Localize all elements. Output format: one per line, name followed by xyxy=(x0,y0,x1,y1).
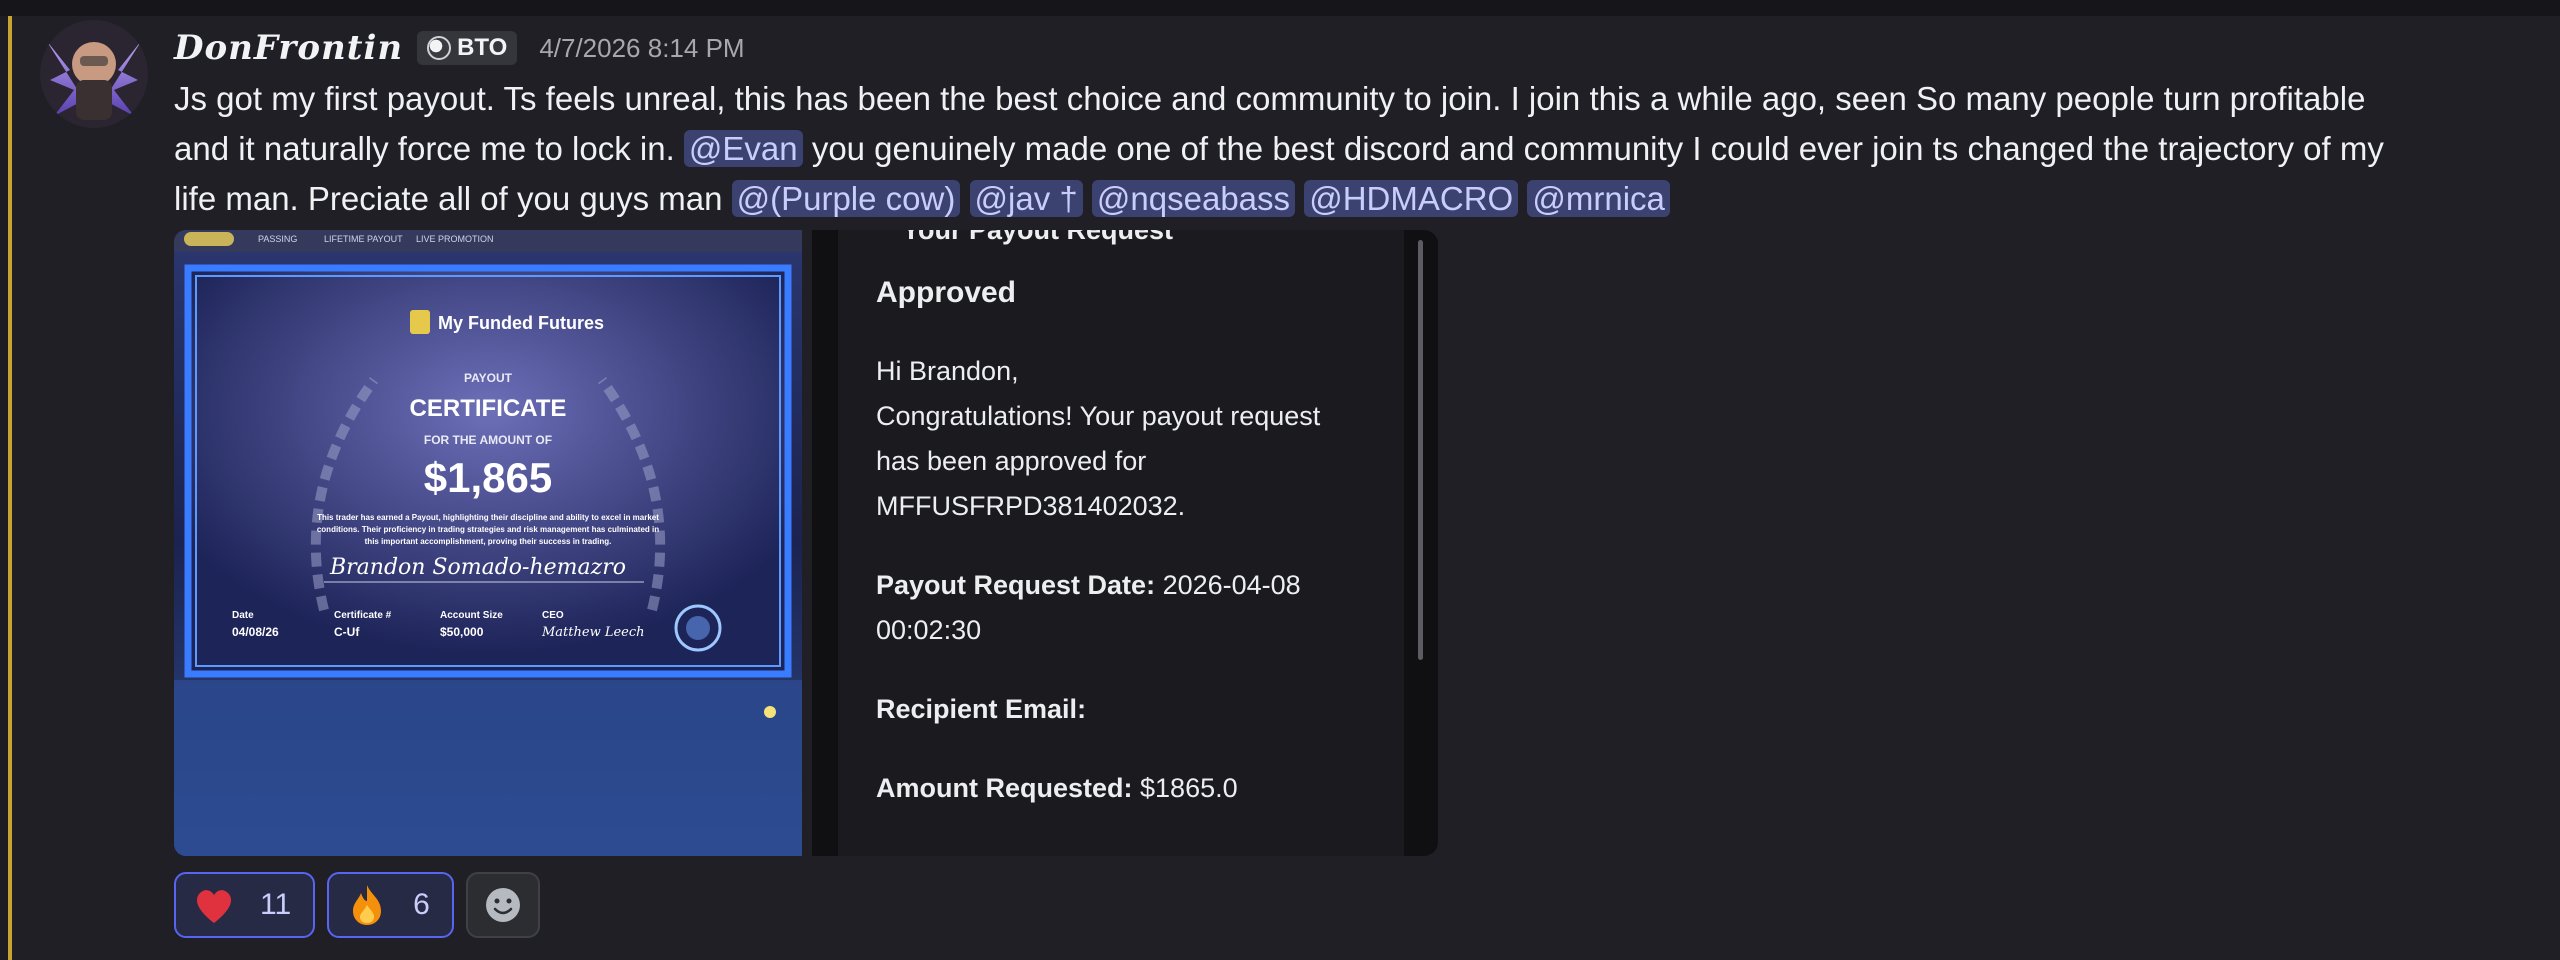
cert-tab: LIFETIME PAYOUT xyxy=(324,234,403,244)
reaction-count: 11 xyxy=(260,888,292,921)
message-text: and it naturally force me to lock in. xyxy=(174,130,675,167)
mention-highlight-bar xyxy=(8,16,12,960)
email-date-label: Payout Request Date: xyxy=(876,570,1156,600)
add-reaction-button[interactable] xyxy=(465,872,540,938)
mention-purple-cow[interactable]: @(Purple cow) xyxy=(731,180,961,217)
mention-nqseabass[interactable]: @nqseabass xyxy=(1091,180,1296,217)
email-amount-value: $1865.0 xyxy=(1140,773,1238,803)
timestamp: 4/7/2026 8:14 PM xyxy=(539,32,745,63)
cert-kicker: PAYOUT xyxy=(464,371,513,385)
light-dot xyxy=(764,706,776,718)
email-recipient-label: Recipient Email: xyxy=(876,694,1087,724)
mention-evan[interactable]: @Evan xyxy=(683,130,803,167)
email-text: Congratulations! Your payout request xyxy=(876,401,1321,431)
cert-size-label: Account Size xyxy=(440,610,503,621)
cert-body: This trader has earned a Payout, highlig… xyxy=(317,513,659,522)
cert-tab: PASSING xyxy=(258,234,297,244)
fire-icon xyxy=(353,885,382,925)
reaction-heart[interactable]: 11 xyxy=(174,872,316,938)
email-scrollbar[interactable] xyxy=(1418,240,1423,660)
reaction-fire[interactable]: 6 xyxy=(327,872,454,938)
cert-tab: LIVE PROMOTION xyxy=(416,234,494,244)
message-text: you genuinely made one of the best disco… xyxy=(811,130,2384,167)
mention-hdmacro[interactable]: @HDMACRO xyxy=(1304,180,1519,217)
cert-date-value: 04/08/26 xyxy=(232,625,279,639)
email-status: Approved xyxy=(876,276,1017,309)
message-text: life man. Preciate all of you guys man xyxy=(174,180,723,217)
email-amount-label: Amount Requested: xyxy=(876,773,1133,803)
cert-ceo-label: CEO xyxy=(542,610,564,621)
username[interactable]: DonFrontin xyxy=(174,28,403,68)
cert-amount: $1,865 xyxy=(424,454,552,501)
cert-brand: My Funded Futures xyxy=(438,313,604,333)
cert-body: conditions. Their proficiency in trading… xyxy=(317,525,659,534)
message-content: Js got my first payout. Ts feels unreal,… xyxy=(174,74,2554,224)
cert-number-value: C-Uf xyxy=(334,625,360,639)
top-divider xyxy=(0,0,2560,16)
certificate-image-attachment[interactable]: PASSING LIFETIME PAYOUT LIVE PROMOTION M… xyxy=(174,230,802,856)
smiley-icon xyxy=(485,888,520,922)
clan-badge-icon xyxy=(427,36,452,60)
mff-logo-icon xyxy=(410,310,430,334)
email-text: MFFUSFRPD381402032. xyxy=(876,491,1186,521)
message-line-1: Js got my first payout. Ts feels unreal,… xyxy=(174,80,2366,117)
email-time-value: 00:02:30 xyxy=(876,615,982,645)
email-image-attachment[interactable]: Your Payout Request Approved Hi Brandon,… xyxy=(812,230,1438,856)
email-body: Your Payout Request Approved Hi Brandon,… xyxy=(838,230,1404,856)
cert-number-label: Certificate # xyxy=(334,610,392,621)
email-cut-header: Your Payout Request xyxy=(902,230,1174,245)
cert-subtitle: FOR THE AMOUNT OF xyxy=(424,433,552,447)
message-line-3: life man. Preciate all of you guys man @… xyxy=(174,174,2554,224)
cert-ceo-signature: Matthew Leech xyxy=(541,625,645,640)
reactions-bar: 11 6 xyxy=(174,872,540,938)
cert-body: this important accomplishment, proving t… xyxy=(365,537,612,546)
email-text: has been approved for xyxy=(876,446,1147,476)
mention-jav[interactable]: @jav † xyxy=(969,180,1083,217)
reaction-count: 6 xyxy=(413,888,430,921)
heart-icon xyxy=(196,890,232,923)
cert-signature-name: Brandon Somado-hemazro xyxy=(329,555,626,580)
cert-title: CERTIFICATE xyxy=(410,395,567,422)
mention-mrnica[interactable]: @mrnica xyxy=(1527,180,1670,217)
avatar[interactable] xyxy=(40,20,148,128)
email-greeting: Hi Brandon, xyxy=(876,356,1019,386)
message-line-2: and it naturally force me to lock in. @E… xyxy=(174,124,2554,174)
message-header: DonFrontin BTO 4/7/2026 8:14 PM xyxy=(174,22,745,74)
cert-size-value: $50,000 xyxy=(440,625,484,639)
cert-date-label: Date xyxy=(232,610,254,621)
clan-tag-label: BTO xyxy=(457,34,508,61)
email-date-value: 2026-04-08 xyxy=(1162,570,1301,600)
clan-tag[interactable]: BTO xyxy=(417,31,518,65)
